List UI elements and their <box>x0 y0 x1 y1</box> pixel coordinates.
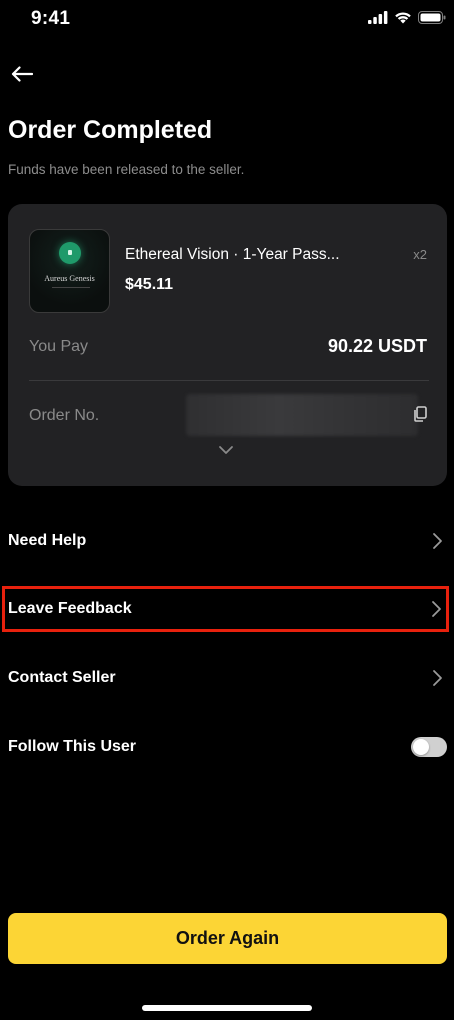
thumbnail-divider <box>52 287 90 288</box>
thumbnail-caption: Aureus Genesis <box>44 274 95 283</box>
card-divider <box>29 380 429 381</box>
need-help-label: Need Help <box>8 532 87 549</box>
home-indicator <box>142 1005 312 1011</box>
chevron-right-icon <box>433 533 442 549</box>
product-thumbnail[interactable]: Aureus Genesis <box>29 229 110 313</box>
cellular-signal-icon <box>368 11 388 24</box>
you-pay-label: You Pay <box>29 338 89 355</box>
arrow-left-icon <box>11 66 33 82</box>
follow-user-toggle[interactable] <box>411 737 447 757</box>
wifi-icon <box>395 12 411 24</box>
toggle-knob <box>413 739 429 755</box>
copy-icon[interactable] <box>413 406 427 422</box>
need-help-row[interactable]: Need Help <box>8 521 447 561</box>
back-button[interactable] <box>8 60 36 88</box>
order-number-value-redacted <box>186 394 418 436</box>
status-time: 9:41 <box>31 8 71 29</box>
order-summary-card: Aureus Genesis Ethereal Vision · 1-Year … <box>8 204 447 486</box>
order-number-label: Order No. <box>29 407 100 424</box>
product-price: $45.11 <box>125 276 174 293</box>
chevron-down-icon[interactable] <box>218 444 234 456</box>
page-title: Order Completed <box>8 116 213 144</box>
follow-user-row: Follow This User <box>8 727 447 767</box>
leave-feedback-label: Leave Feedback <box>8 600 132 617</box>
product-logo-icon <box>59 242 81 264</box>
status-icons <box>368 11 446 24</box>
chevron-right-icon <box>432 601 441 617</box>
chevron-right-icon <box>433 670 442 686</box>
page-subtitle: Funds have been released to the seller. <box>8 162 245 177</box>
order-again-button[interactable]: Order Again <box>8 913 447 964</box>
battery-icon <box>418 11 446 24</box>
leave-feedback-row[interactable]: Leave Feedback <box>2 586 449 632</box>
contact-seller-row[interactable]: Contact Seller <box>8 658 447 698</box>
product-name[interactable]: Ethereal Vision · 1-Year Pass... <box>125 246 340 264</box>
follow-user-label: Follow This User <box>8 738 137 755</box>
status-bar: 9:41 <box>0 0 454 40</box>
contact-seller-label: Contact Seller <box>8 669 116 686</box>
product-quantity: x2 <box>413 247 427 262</box>
you-pay-value: 90.22 USDT <box>327 336 427 356</box>
